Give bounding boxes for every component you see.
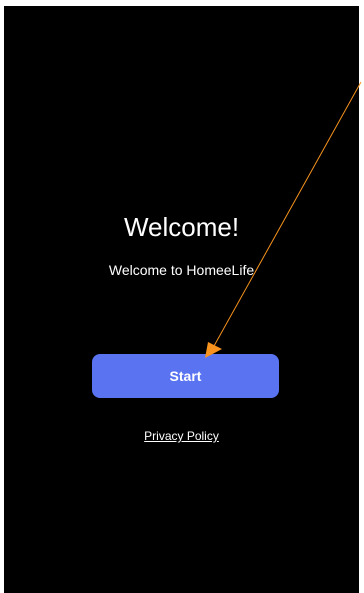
app-screen: Welcome! Welcome to HomeeLife Start Priv… [4, 6, 359, 593]
start-button[interactable]: Start [92, 354, 279, 398]
privacy-policy-link[interactable]: Privacy Policy [4, 427, 359, 445]
welcome-title: Welcome! [123, 212, 240, 242]
welcome-subtitle: Welcome to HomeeLife [108, 262, 255, 278]
